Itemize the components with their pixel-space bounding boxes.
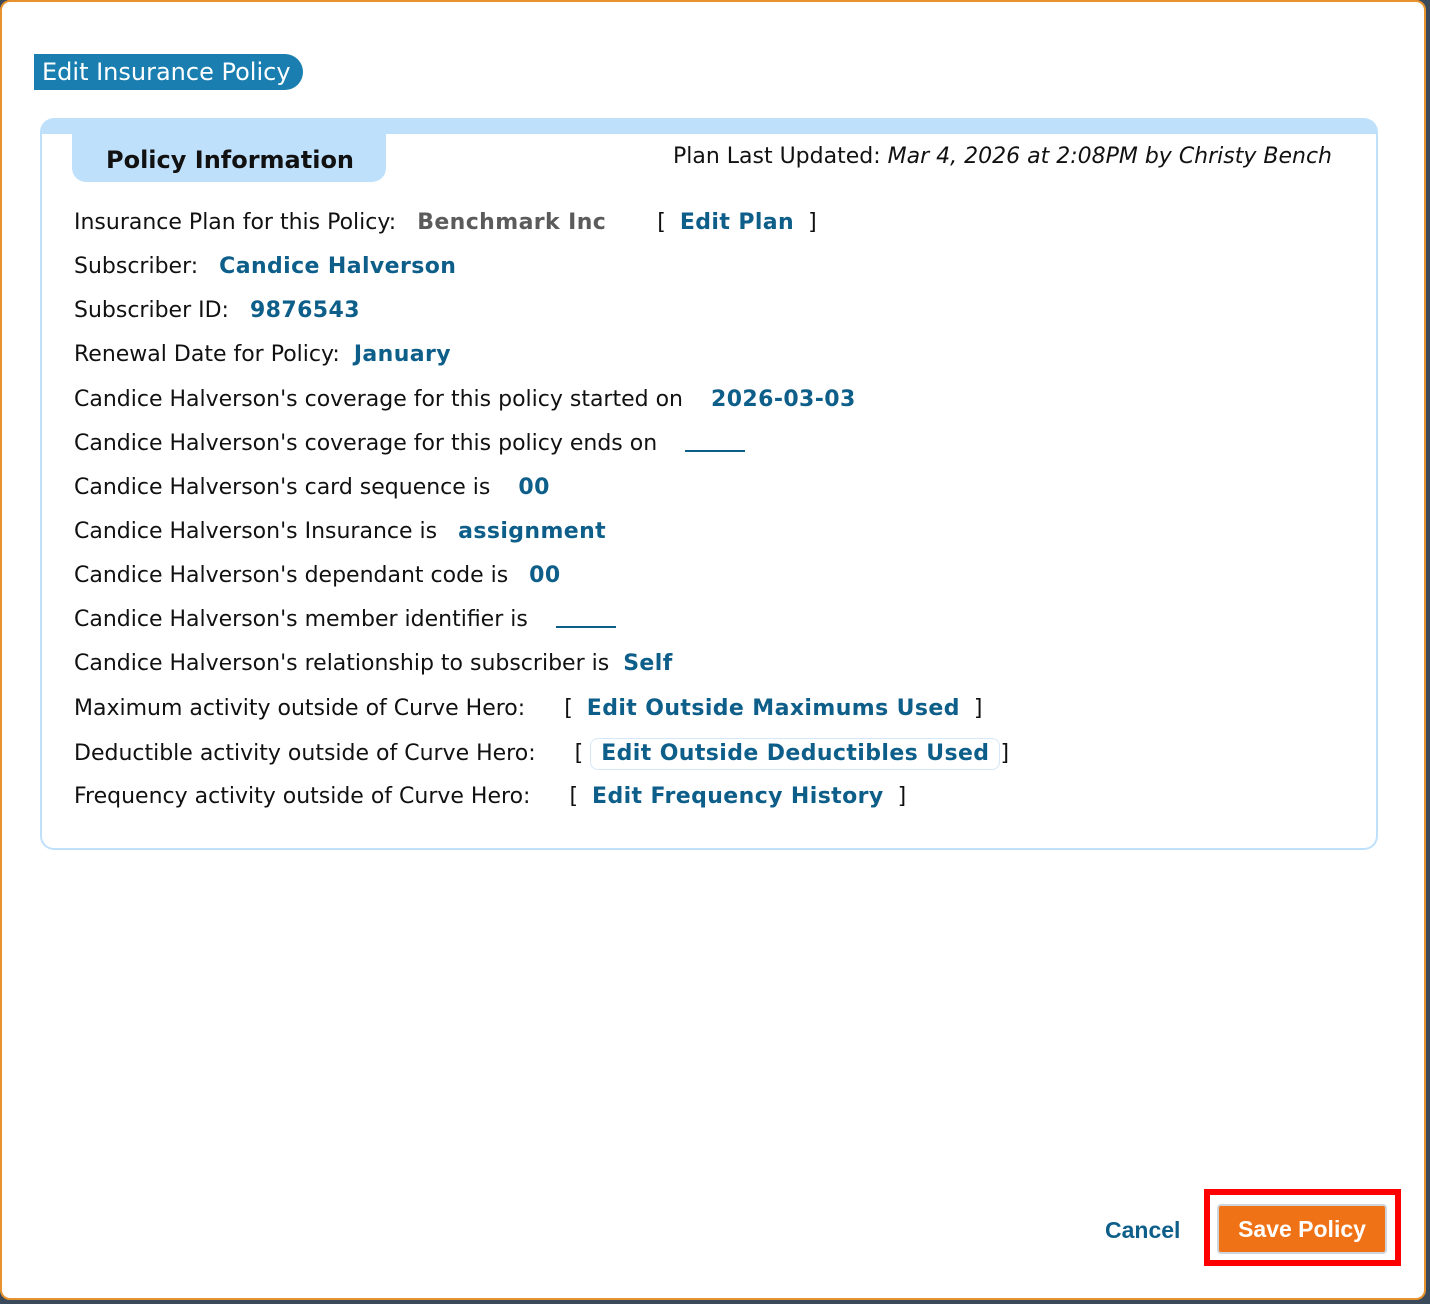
card-sequence-label: Candice Halverson's card sequence is — [74, 475, 491, 500]
deductible-activity-row: Deductible activity outside of Curve Her… — [74, 738, 1009, 770]
subscriber-id-value: 9876543 — [249, 298, 360, 323]
max-activity-row: Maximum activity outside of Curve Hero: … — [74, 696, 983, 721]
edit-policy-dialog: Edit Insurance Policy Policy Information… — [0, 0, 1426, 1300]
max-activity-label: Maximum activity outside of Curve Hero: — [74, 696, 526, 721]
insurance-plan-row: Insurance Plan for this Policy: Benchmar… — [74, 210, 817, 235]
coverage-start-value: 2026-03-03 — [710, 387, 856, 412]
edit-frequency-history-link[interactable]: Edit Frequency History — [592, 784, 884, 809]
plan-last-updated: Plan Last Updated: Mar 4, 2026 at 2:08PM… — [673, 144, 1332, 169]
insurance-plan-value: Benchmark Inc — [417, 210, 607, 235]
frequency-activity-label: Frequency activity outside of Curve Hero… — [74, 784, 531, 809]
deductible-activity-label: Deductible activity outside of Curve Her… — [74, 741, 536, 766]
subscriber-id-label: Subscriber ID: — [74, 298, 229, 323]
insurance-type-value: assignment — [458, 519, 607, 544]
insurance-type-row: Candice Halverson's Insurance is assignm… — [74, 517, 606, 547]
plan-last-updated-label: Plan Last Updated: — [672, 144, 881, 169]
card-sequence-row: Candice Halverson's card sequence is 00 — [74, 473, 550, 503]
edit-outside-maximums-link[interactable]: Edit Outside Maximums Used — [587, 696, 960, 721]
edit-plan-link[interactable]: Edit Plan — [680, 210, 794, 235]
cancel-button[interactable]: Cancel — [1105, 1214, 1180, 1246]
subscriber-id-row: Subscriber ID: 9876543 — [74, 296, 360, 326]
renewal-date-value: January — [353, 342, 452, 367]
edit-outside-deductibles-link[interactable]: Edit Outside Deductibles Used — [590, 738, 1001, 770]
insurance-plan-label: Insurance Plan for this Policy: — [74, 210, 397, 235]
coverage-start-row: Candice Halverson's coverage for this po… — [74, 385, 856, 415]
relationship-label: Candice Halverson's relationship to subs… — [74, 651, 610, 676]
relationship-row: Candice Halverson's relationship to subs… — [74, 649, 673, 679]
coverage-start-label: Candice Halverson's coverage for this po… — [74, 387, 683, 412]
save-policy-button[interactable]: Save Policy — [1217, 1204, 1387, 1254]
renewal-date-label: Renewal Date for Policy: — [74, 342, 340, 367]
renewal-date-row: Renewal Date for Policy: January — [74, 340, 451, 370]
card-sequence-value: 00 — [518, 475, 550, 500]
subscriber-row: Subscriber: Candice Halverson — [74, 252, 456, 282]
subscriber-value: Candice Halverson — [219, 254, 457, 279]
dialog-title: Edit Insurance Policy — [34, 54, 303, 90]
dependant-code-row: Candice Halverson's dependant code is 00 — [74, 561, 561, 591]
coverage-end-label: Candice Halverson's coverage for this po… — [74, 431, 658, 456]
plan-last-updated-value: Mar 4, 2026 at 2:08PM by Christy Bench — [887, 144, 1332, 169]
dependant-code-label: Candice Halverson's dependant code is — [74, 563, 509, 588]
frequency-activity-row: Frequency activity outside of Curve Hero… — [74, 784, 907, 809]
coverage-end-row: Candice Halverson's coverage for this po… — [74, 429, 746, 459]
coverage-end-value — [685, 436, 746, 452]
policy-info-tab: Policy Information — [72, 132, 386, 182]
subscriber-label: Subscriber: — [74, 254, 199, 279]
member-identifier-row: Candice Halverson's member identifier is — [74, 605, 616, 635]
member-identifier-label: Candice Halverson's member identifier is — [74, 607, 528, 632]
member-identifier-value — [555, 612, 616, 628]
dependant-code-value: 00 — [529, 563, 561, 588]
relationship-value: Self — [623, 651, 673, 676]
insurance-type-label: Candice Halverson's Insurance is — [74, 519, 438, 544]
